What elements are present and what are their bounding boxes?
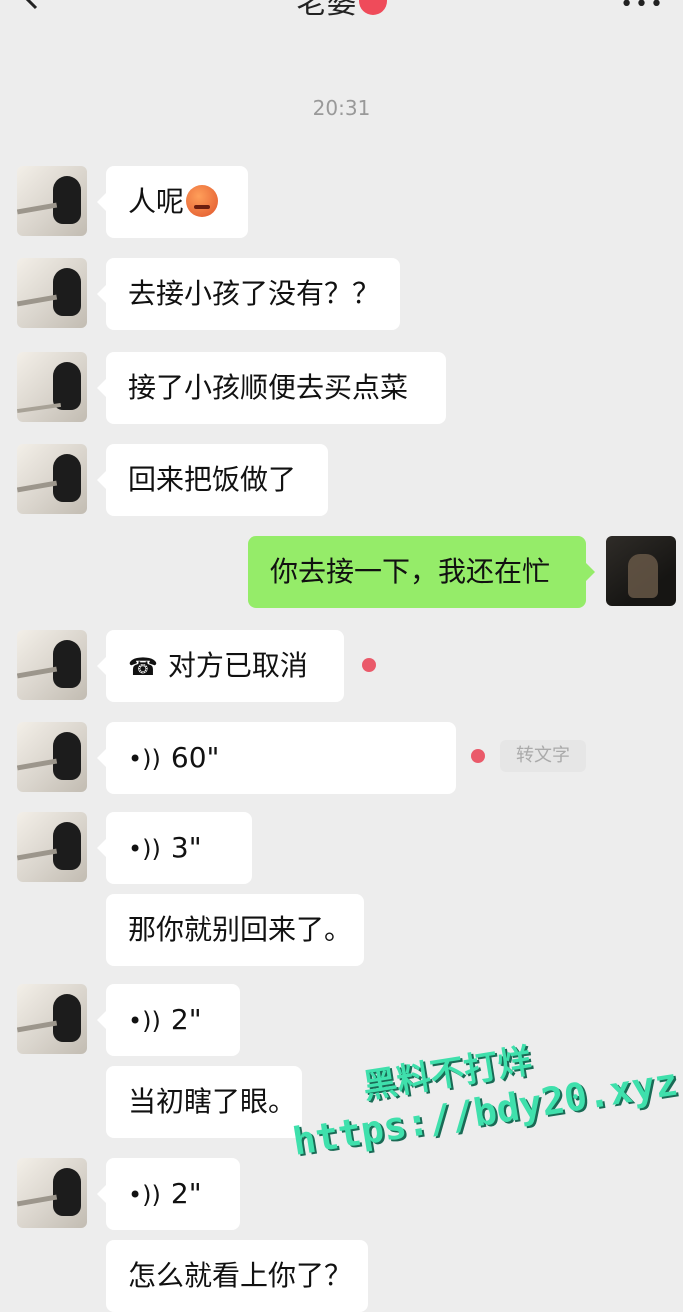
voice-icon: •)) (128, 1181, 161, 1209)
unread-dot (471, 749, 485, 763)
contact-avatar[interactable] (17, 166, 87, 236)
message-bubble[interactable]: 接了小孩顺便去买点菜 (97, 352, 446, 424)
contact-avatar[interactable] (17, 352, 87, 422)
phone-hangup-icon: ☎ (128, 653, 158, 681)
message-text: 回来把饭做了 (128, 463, 297, 496)
message-text: 去接小孩了没有？？ (128, 277, 381, 310)
message-bubble[interactable]: 当初瞎了眼。 (106, 1066, 302, 1138)
more-dots-icon[interactable]: ••• (620, 0, 665, 17)
convert-to-text-button[interactable]: 转文字 (500, 740, 586, 772)
message-bubble[interactable]: 回来把饭做了 (97, 444, 328, 516)
voice-duration: 3" (170, 831, 202, 864)
message-timestamp: 20:31 (312, 96, 371, 120)
voice-duration: 2" (170, 1177, 202, 1210)
contact-avatar[interactable] (17, 1158, 87, 1228)
voice-icon: •)) (128, 835, 161, 863)
chat-title: 老婆 (0, 0, 683, 22)
voice-duration: 2" (170, 1003, 202, 1036)
chat-header: 老婆 ••• (0, 0, 683, 24)
message-text: 怎么就看上你了？ (128, 1259, 353, 1292)
message-text: 人呢 (128, 185, 185, 218)
message-bubble[interactable]: 那你就别回来了。 (106, 894, 364, 966)
my-message-bubble[interactable]: 你去接一下，我还在忙 (248, 536, 595, 608)
voice-message-bubble[interactable]: •)) 3" (97, 812, 252, 884)
unread-dot (362, 658, 376, 672)
voice-icon: •)) (128, 745, 161, 773)
voice-message-bubble[interactable]: •)) 2" (97, 1158, 240, 1230)
angry-face-emoji (186, 185, 219, 217)
contact-avatar[interactable] (17, 812, 87, 882)
voice-icon: •)) (128, 1007, 161, 1035)
message-text: 当初瞎了眼。 (128, 1085, 297, 1118)
call-status-text: 对方已取消 (167, 649, 308, 682)
contact-avatar[interactable] (17, 258, 87, 328)
voice-message-bubble[interactable]: •)) 60" (97, 722, 456, 794)
contact-avatar[interactable] (17, 722, 87, 792)
message-text: 你去接一下，我还在忙 (270, 555, 551, 588)
contact-name: 老婆 (296, 0, 357, 21)
contact-avatar[interactable] (17, 630, 87, 700)
contact-avatar[interactable] (17, 984, 87, 1054)
my-avatar[interactable] (606, 536, 676, 606)
message-bubble[interactable]: 去接小孩了没有？？ (97, 258, 400, 330)
message-bubble[interactable]: 人呢 (97, 166, 248, 238)
message-text: 那你就别回来了。 (128, 913, 353, 946)
heart-emoji-icon (358, 0, 387, 15)
voice-message-bubble[interactable]: •)) 2" (97, 984, 240, 1056)
contact-avatar[interactable] (17, 444, 87, 514)
call-bubble[interactable]: ☎ 对方已取消 (97, 630, 344, 702)
watermark: 黑料不打烊 https://bdy20.xyz (282, 1013, 681, 1164)
message-bubble[interactable]: 怎么就看上你了？ (106, 1240, 368, 1312)
message-text: 接了小孩顺便去买点菜 (128, 371, 409, 404)
voice-duration: 60" (170, 741, 220, 774)
